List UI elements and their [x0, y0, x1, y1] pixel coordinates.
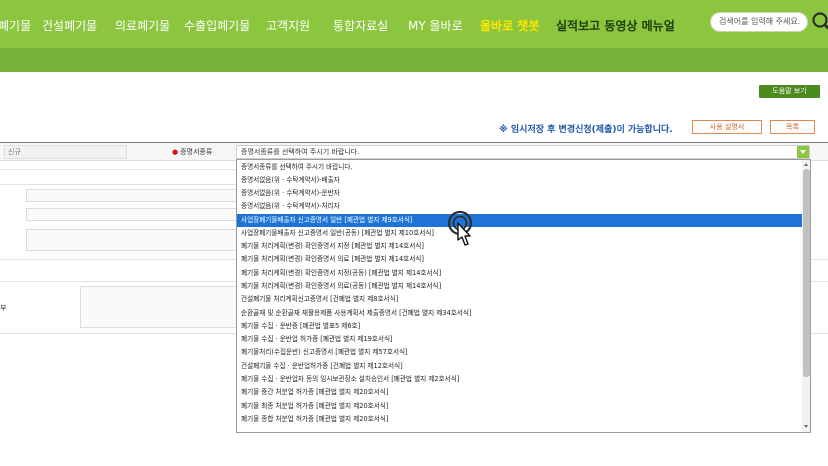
- form-field[interactable]: [26, 208, 237, 221]
- search-icon[interactable]: [810, 10, 828, 34]
- scroll-up-arrow-icon[interactable]: [804, 163, 808, 166]
- notice-text: ※ 임시저장 후 변경신청(제출)이 가능합니다.: [499, 125, 673, 135]
- select-arrow-button[interactable]: [797, 146, 809, 158]
- dropdown-option-selected[interactable]: 사업장폐기물배출자 신고증명서 일반 [폐관법 별지 제9호서식]: [237, 214, 802, 227]
- nav-item-waste[interactable]: 폐기물: [0, 17, 31, 34]
- new-label: 신규: [8, 148, 21, 156]
- dropdown-scrollbar[interactable]: [802, 160, 810, 432]
- nav-item-my-allbaro[interactable]: MY 올바로: [408, 17, 463, 34]
- nav-item-import-export-waste[interactable]: 수출입폐기물: [184, 17, 250, 34]
- dropdown-option[interactable]: 증명서종류를 선택하여 주시기 바랍니다.: [237, 161, 802, 174]
- dropdown-option[interactable]: 폐기물 수집 · 운반업 허가증 [폐관법 별지 제19호서식]: [237, 333, 802, 346]
- scroll-thumb[interactable]: [803, 169, 810, 377]
- nav-item-customer-support[interactable]: 고객지원: [266, 17, 310, 34]
- help-button[interactable]: 도움말 보기: [759, 85, 820, 98]
- search-input[interactable]: 검색어를 입력해 주세요.: [710, 12, 808, 32]
- user-guide-button[interactable]: 사용 설명서: [692, 120, 762, 134]
- dropdown-option[interactable]: 증명서없음(위 · 수탁계약서)-처리자: [237, 200, 802, 213]
- form-textarea[interactable]: [80, 286, 237, 328]
- dropdown-option[interactable]: 폐기물처리(수집운반) 신고증명서 [폐관법 별지 제57호서식]: [237, 346, 802, 359]
- form-field[interactable]: [26, 189, 237, 202]
- dropdown-option[interactable]: 폐기물 수집 · 운반업자 등의 임시보관장소 설치승인서 [폐관법 별지 제2…: [237, 373, 802, 386]
- certificate-type-label-text: 증명서종류: [180, 148, 213, 156]
- sub-nav-bar: [0, 48, 828, 72]
- dropdown-option[interactable]: 폐기물 수집 · 운반증 [폐관법 별표5 제6호]: [237, 320, 802, 333]
- chevron-down-icon: [800, 150, 806, 154]
- nav-item-medical-waste[interactable]: 의료폐기물: [115, 17, 170, 34]
- dropdown-option[interactable]: 폐기물 처리계획(변경) 확인증명서 지정 [폐관법 별지 제14호서식]: [237, 240, 802, 253]
- row-label: 부: [0, 304, 7, 312]
- list-button[interactable]: 목록: [770, 120, 815, 134]
- page-root: 폐기물 건설폐기물 의료폐기물 수출입폐기물 고객지원 통합자료실 MY 올바로…: [0, 0, 828, 466]
- nav-item-archive[interactable]: 통합자료실: [333, 17, 388, 34]
- dropdown-option[interactable]: 증명서없음(위 · 수탁계약서)-배출자: [237, 174, 802, 187]
- form-divider: [0, 169, 236, 170]
- dropdown-option[interactable]: 폐기물 처리계획(변경) 확인증명서 지정(공동) [폐관법 별지 제14호서식…: [237, 267, 802, 280]
- dropdown-option[interactable]: 폐기물 최종 처분업 허가증 [폐관법 별지 제20호서식]: [237, 400, 802, 413]
- top-nav-bar: 폐기물 건설폐기물 의료폐기물 수출입폐기물 고객지원 통합자료실 MY 올바로…: [0, 0, 828, 48]
- dropdown-option[interactable]: 폐기물 중간 처분업 허가증 [폐관법 별지 제20호서식]: [237, 386, 802, 399]
- dropdown-option[interactable]: 사업장폐기물배출자 신고증명서 일반(공동) [폐관법 별지 제10호서식]: [237, 227, 802, 240]
- certificate-type-dropdown: 증명서종류를 선택하여 주시기 바랍니다. 증명서없음(위 · 수탁계약서)-배…: [236, 159, 811, 433]
- dropdown-option[interactable]: 증명서없음(위 · 수탁계약서)-운반자: [237, 187, 802, 200]
- required-mark: ●: [172, 148, 179, 156]
- nav-item-chatbot[interactable]: 올바로 챗봇: [480, 17, 539, 34]
- form-divider: [0, 184, 236, 185]
- new-field: [4, 145, 127, 159]
- certificate-type-select[interactable]: 증명서종류를 선택하여 주시기 바랍니다.: [236, 145, 810, 159]
- hand-pointer-icon: [447, 210, 473, 246]
- dropdown-option[interactable]: 순환골재 및 순환골재 재활용제품 사용계획서 제출증명서 [건폐법 별지 제3…: [237, 307, 802, 320]
- nav-item-construction-waste[interactable]: 건설폐기물: [42, 17, 97, 34]
- dropdown-option[interactable]: 폐기물 처리계획(변경) 확인증명서 의료 [폐관법 별지 제14호서식]: [237, 253, 802, 266]
- certificate-type-label: ● 증명서종류: [172, 147, 212, 157]
- dropdown-option[interactable]: 건설폐기물 처리계획신고증명서 [건폐법 별지 제8호서식]: [237, 293, 802, 306]
- dropdown-option[interactable]: 건설폐기물 수집 · 운반업허가증 [건폐법 별지 제12호서식]: [237, 360, 802, 373]
- dropdown-option[interactable]: 폐기물 처리계획(변경) 확인증명서 의료(공동) [폐관법 별지 제14호서식…: [237, 280, 802, 293]
- scroll-down-arrow-icon[interactable]: [804, 425, 808, 428]
- nav-item-video-manual[interactable]: 실적보고 동영상 메뉴얼: [556, 17, 675, 34]
- dropdown-option[interactable]: 폐기물 종합 처분업 허가증 [폐관법 별지 제20호서식]: [237, 413, 802, 426]
- form-field[interactable]: [26, 229, 237, 251]
